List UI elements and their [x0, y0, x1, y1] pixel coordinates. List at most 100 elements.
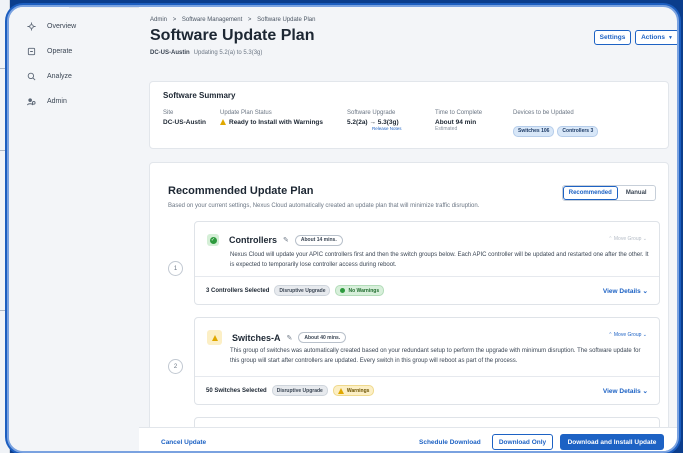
action-footer: Cancel Update Schedule Download Download…: [139, 427, 677, 451]
sidebar-item-operate[interactable]: Operate: [9, 39, 139, 64]
view-details-link[interactable]: View Details ⌄: [603, 387, 648, 395]
step-number: 2: [168, 359, 183, 374]
check-icon: ✓: [207, 234, 219, 246]
summary-devices: Devices to be Updated Switches 106 Contro…: [513, 110, 601, 137]
selected-count: 50 Switches Selected: [206, 387, 267, 394]
update-plan-card: Recommended Update Plan Based on your cu…: [149, 162, 669, 451]
edit-pencil-icon[interactable]: ✎: [283, 236, 289, 244]
warnings-tag: Warnings: [332, 385, 375, 396]
time-estimate-pill: About 14 mins.: [294, 234, 343, 246]
group-description: Nexus Cloud will update your APIC contro…: [230, 252, 649, 268]
group-controllers: ✓ Controllers ✎ About 14 mins. ⌃ Move Gr…: [194, 221, 660, 305]
release-notes-link[interactable]: Release Notes: [372, 126, 402, 131]
upgrade-value: 5.2(2a) → 5.3(3g): [347, 119, 402, 126]
devices-chips: Switches 106 Controllers 3: [513, 119, 601, 137]
step-number: 1: [168, 261, 183, 276]
app-window: Overview Operate Analyze Admin Admin > S…: [7, 5, 679, 453]
arrow-right-icon: →: [369, 119, 376, 126]
status-label: Update Plan Status: [220, 110, 272, 116]
time-value: About 94 min: [435, 119, 477, 126]
selected-count: 3 Controllers Selected: [206, 287, 270, 294]
controllers-chip: Controllers 3: [557, 125, 599, 137]
time-note: Estimated: [435, 126, 458, 132]
upgrade-from: 5.2(2a): [347, 119, 368, 126]
warning-icon: [220, 119, 226, 125]
sidebar-item-admin[interactable]: Admin: [9, 89, 139, 114]
summary-status: Update Plan Status Ready to Install with…: [220, 110, 323, 126]
breadcrumb-separator: >: [247, 17, 252, 23]
group-description: This group of switches was automatically…: [230, 348, 641, 364]
software-summary-card: Software Summary Site DC-US-Austin Updat…: [149, 81, 669, 149]
chevron-down-icon: ▼: [667, 34, 673, 41]
group-footer: 50 Switches Selected Disruptive Upgrade …: [195, 376, 659, 404]
breadcrumb: Admin > Software Management > Software U…: [150, 17, 319, 23]
upgrade-label: Software Upgrade: [347, 110, 396, 116]
view-details-label: View Details: [602, 387, 641, 395]
switches-chip: Switches 106: [513, 125, 555, 137]
move-group-label: Move Group: [613, 236, 642, 242]
schedule-download-link[interactable]: Schedule Download: [419, 439, 481, 446]
time-label: Time to Complete: [435, 110, 483, 116]
sidebar-item-label: Overview: [47, 23, 77, 30]
update-range: Updating 5.2(a) to 5.3(3g): [193, 50, 263, 56]
group-name: Switches-A: [232, 332, 281, 343]
summary-title: Software Summary: [163, 91, 236, 100]
disruptive-tag: Disruptive Upgrade: [274, 285, 331, 296]
sidebar-item-label: Analyze: [47, 73, 72, 80]
warning-icon: [337, 387, 344, 394]
status-text: Ready to Install with Warnings: [229, 119, 324, 126]
view-details-link[interactable]: View Details ⌄: [603, 287, 648, 295]
plan-title: Recommended Update Plan: [168, 185, 314, 197]
move-group-label: Move Group: [613, 332, 642, 338]
breadcrumb-link-software-management[interactable]: Software Management: [182, 17, 242, 23]
group-name: Controllers: [229, 235, 278, 245]
download-only-button[interactable]: Download Only: [492, 434, 553, 450]
breadcrumb-link-admin[interactable]: Admin: [150, 17, 167, 23]
time-estimate-pill: About 40 mins.: [298, 332, 347, 343]
sidebar-item-overview[interactable]: Overview: [9, 14, 139, 39]
operate-icon: [27, 47, 36, 56]
recommended-toggle[interactable]: Recommended: [563, 186, 618, 200]
site-value: DC-US-Austin: [163, 119, 206, 126]
summary-upgrade: Software Upgrade 5.2(2a) → 5.3(3g) Relea…: [347, 110, 402, 131]
analyze-icon: [27, 72, 36, 81]
summary-time: Time to Complete About 94 min Estimated: [435, 110, 482, 132]
plan-mode-toggle: Recommended Manual: [562, 185, 656, 201]
upgrade-to: 5.3(3g): [377, 119, 399, 126]
page-subtitle: DC-US-Austin Updating 5.2(a) to 5.3(3g): [150, 50, 262, 56]
divider: [69, 7, 139, 8]
group-header: ✓ Controllers ✎ About 14 mins.: [207, 234, 343, 246]
summary-site: Site DC-US-Austin: [163, 110, 206, 126]
move-group-button[interactable]: ⌃ Move Group ⌄: [608, 332, 647, 338]
sidebar-item-label: Admin: [47, 98, 67, 105]
warnings-label: Warnings: [346, 387, 370, 394]
sidebar-item-label: Operate: [47, 48, 73, 55]
download-install-button[interactable]: Download and Install Update: [560, 434, 664, 450]
site-name: DC-US-Austin: [150, 50, 190, 56]
no-warnings-label: No Warnings: [348, 287, 380, 294]
download-only-label: Download Only: [498, 438, 547, 446]
disruptive-tag: Disruptive Upgrade: [271, 385, 328, 396]
warning-icon: [207, 330, 222, 345]
move-group-button[interactable]: ⌃ Move Group ⌄: [608, 236, 647, 242]
view-details-label: View Details: [602, 287, 641, 295]
manual-toggle[interactable]: Manual: [618, 186, 656, 200]
actions-button[interactable]: Actions ▼: [635, 30, 677, 45]
breadcrumb-separator: >: [172, 17, 177, 23]
main-content: Admin > Software Management > Software U…: [139, 7, 677, 451]
sidebar-item-analyze[interactable]: Analyze: [9, 64, 139, 89]
settings-button[interactable]: Settings: [594, 30, 631, 45]
group-switches-a: Switches-A ✎ About 40 mins. ⌃ Move Group…: [194, 317, 660, 405]
page-title: Software Update Plan: [150, 27, 315, 44]
actions-label: Actions: [641, 34, 665, 41]
no-warnings-tag: No Warnings: [335, 285, 385, 296]
breadcrumb-current: Software Update Plan: [257, 17, 316, 23]
sidebar: Overview Operate Analyze Admin: [9, 7, 139, 451]
group-footer: 3 Controllers Selected Disruptive Upgrad…: [195, 276, 659, 304]
admin-icon: [27, 98, 36, 106]
overview-icon: [27, 22, 36, 31]
cancel-update-link[interactable]: Cancel Update: [161, 439, 206, 446]
edit-pencil-icon[interactable]: ✎: [287, 334, 293, 342]
group-header: Switches-A ✎ About 40 mins.: [207, 330, 347, 345]
plan-description: Based on your current settings, Nexus Cl…: [168, 203, 480, 209]
